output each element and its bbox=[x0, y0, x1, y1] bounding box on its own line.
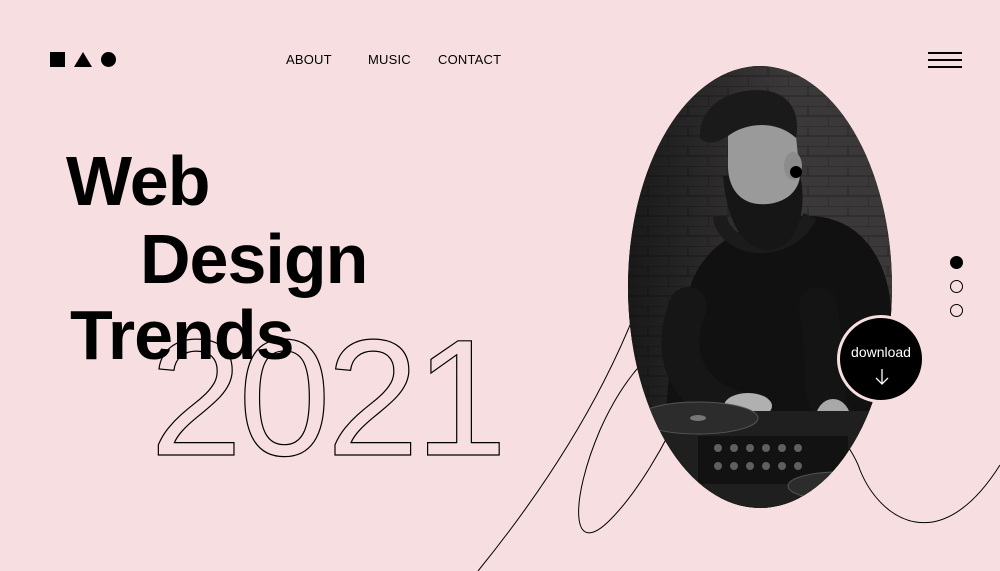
slide-dot-3[interactable] bbox=[950, 304, 963, 317]
dj-photo bbox=[628, 66, 892, 508]
hero-title-line-1: Web bbox=[66, 142, 210, 220]
arrow-down-icon bbox=[875, 369, 889, 385]
slide-dot-2[interactable] bbox=[950, 280, 963, 293]
download-label: download bbox=[851, 344, 911, 360]
hero-title-line-3: Trends bbox=[70, 296, 295, 374]
slide-dot-1[interactable] bbox=[950, 256, 963, 269]
hero-title-line-2: Design bbox=[140, 220, 368, 298]
download-button[interactable]: download bbox=[837, 315, 925, 403]
